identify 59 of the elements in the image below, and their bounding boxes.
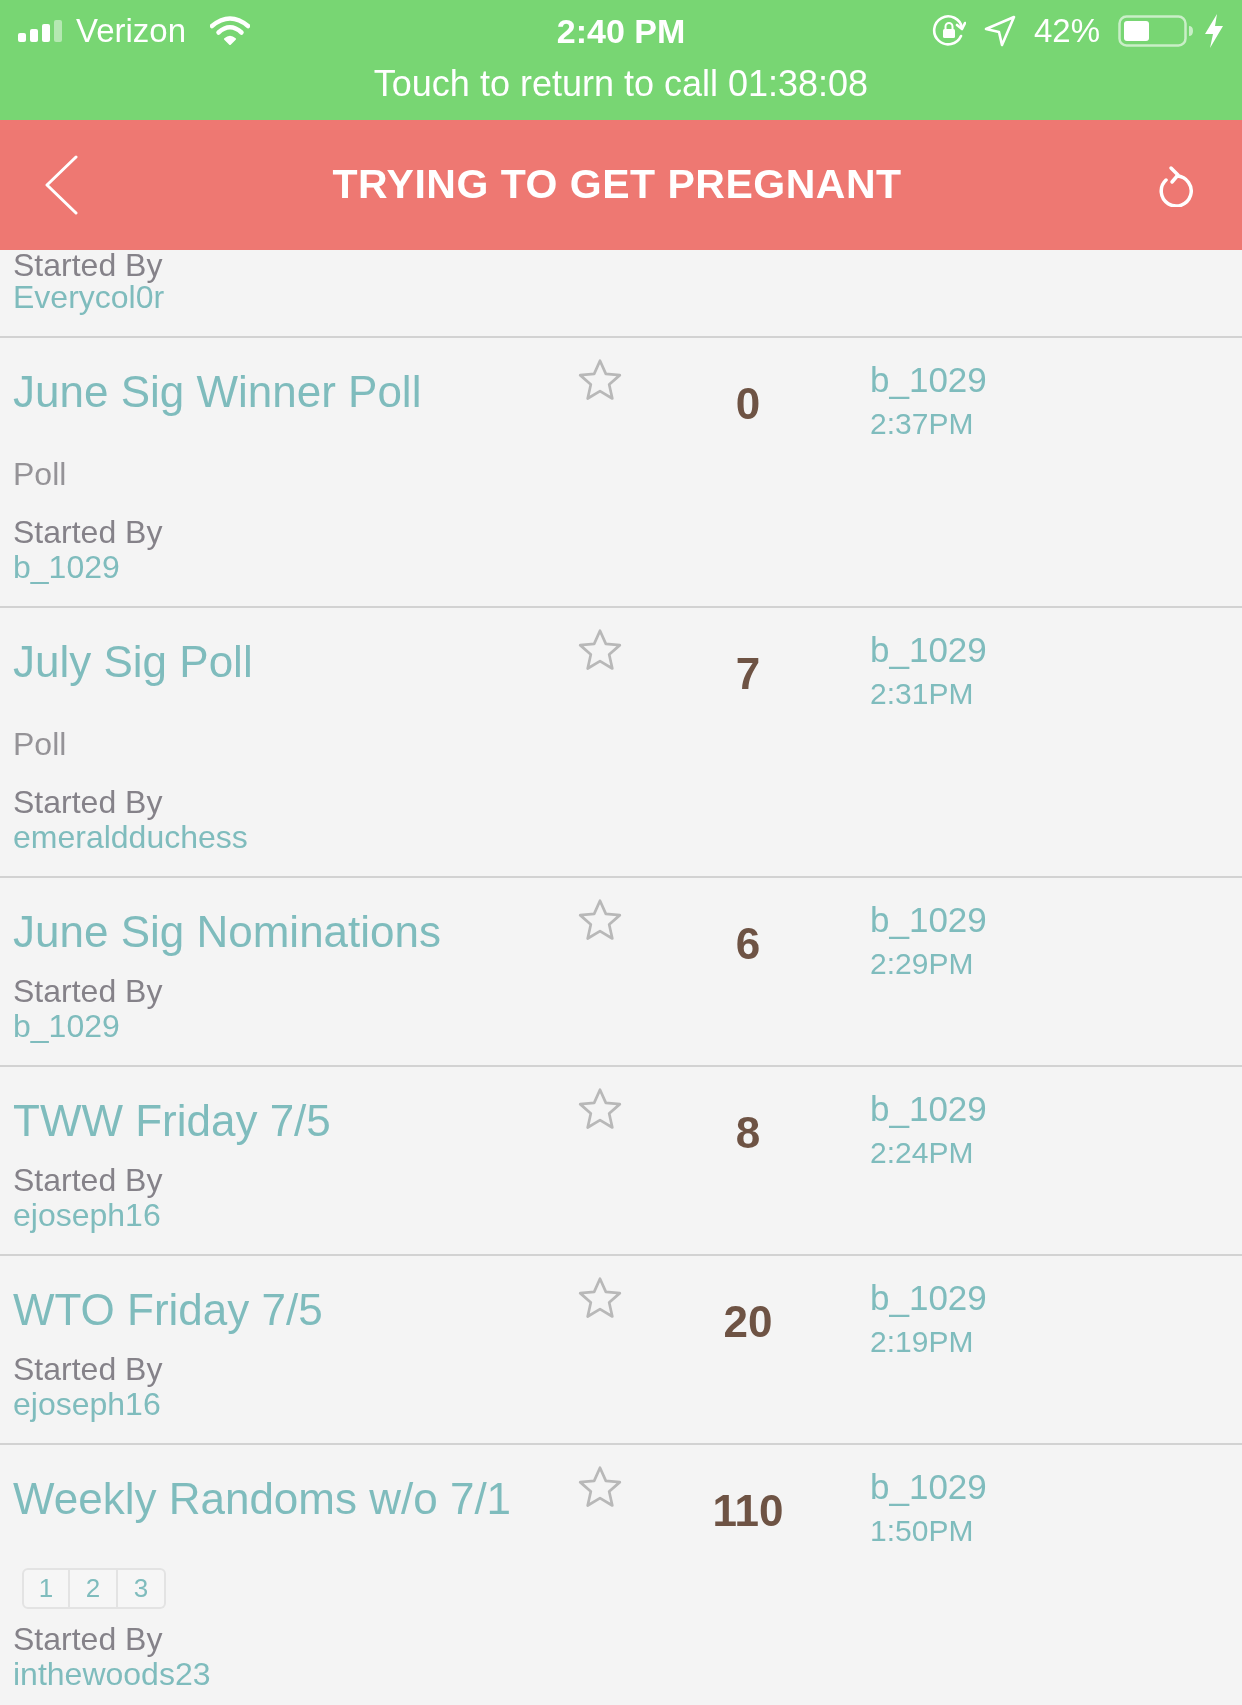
battery-icon	[1118, 15, 1194, 47]
started-by-label: Started By	[13, 973, 163, 1009]
star-icon[interactable]	[577, 1276, 623, 1319]
clock-time: 2:40 PM	[556, 10, 686, 52]
star-icon[interactable]	[577, 628, 623, 671]
carrier-name: Verizon	[76, 11, 187, 52]
topic-title-link[interactable]: July Sig Poll	[13, 634, 565, 690]
reply-count: 6	[735, 919, 761, 969]
last-post-time: 1:50PM	[870, 1513, 974, 1549]
last-poster-link[interactable]: b_1029	[870, 1089, 987, 1129]
topic-title-link[interactable]: Weekly Randoms w/o 7/1	[13, 1471, 565, 1527]
started-by-label: Started By	[13, 1162, 163, 1198]
star-icon[interactable]	[577, 898, 623, 941]
last-poster-link[interactable]: b_1029	[870, 630, 987, 670]
started-by-label: Started By	[13, 784, 163, 820]
author-link[interactable]: b_1029	[13, 550, 120, 584]
author-link[interactable]: emeraldduchess	[13, 820, 248, 854]
last-post-time: 2:24PM	[870, 1135, 974, 1171]
started-by-label: Started By	[13, 1351, 163, 1387]
topic-type-label: Poll	[13, 725, 67, 763]
author-link[interactable]: b_1029	[13, 1009, 120, 1043]
star-icon[interactable]	[577, 358, 623, 401]
topic-title-link[interactable]: June Sig Winner Poll	[13, 364, 565, 420]
topic-title-link[interactable]: TWW Friday 7/5	[13, 1093, 565, 1149]
last-post-time: 2:19PM	[870, 1324, 974, 1360]
reply-count: 7	[735, 649, 761, 699]
topic-type-label: Poll	[13, 455, 67, 493]
last-poster-link[interactable]: b_1029	[870, 1467, 987, 1507]
last-poster-link[interactable]: b_1029	[870, 900, 987, 940]
started-by-label: Started By	[13, 1621, 163, 1657]
charging-bolt-icon	[1204, 14, 1224, 48]
last-poster-link[interactable]: b_1029	[870, 1278, 987, 1318]
last-post-time: 2:31PM	[870, 676, 974, 712]
page-link[interactable]: 3	[118, 1568, 166, 1609]
page-link[interactable]: 2	[70, 1568, 118, 1609]
topic-title-link[interactable]: WTO Friday 7/5	[13, 1282, 565, 1338]
last-post-time: 2:37PM	[870, 406, 974, 442]
reply-count: 0	[735, 379, 761, 429]
wifi-icon	[210, 16, 251, 46]
started-by-label: Started By	[13, 514, 163, 550]
rotation-lock-icon	[931, 14, 966, 48]
star-icon[interactable]	[577, 1465, 623, 1508]
reply-count: 110	[712, 1486, 784, 1536]
page-link[interactable]: 1	[22, 1568, 70, 1609]
author-link[interactable]: inthewoods23	[13, 1657, 211, 1691]
star-icon[interactable]	[577, 1087, 623, 1130]
signal-bars-icon	[18, 20, 64, 42]
author-link[interactable]: ejoseph16	[13, 1387, 161, 1421]
page-title: TRYING TO GET PREGNANT	[331, 160, 903, 210]
reply-count: 8	[735, 1108, 761, 1158]
return-to-call-button[interactable]: Touch to return to call 01:38:08	[0, 62, 1242, 120]
author-link[interactable]: ejoseph16	[13, 1198, 161, 1232]
last-poster-link[interactable]: b_1029	[870, 360, 987, 400]
reply-count: 20	[723, 1297, 773, 1347]
topic-title-link[interactable]: June Sig Nominations	[13, 904, 565, 960]
battery-percent: 42%	[1033, 11, 1100, 52]
location-arrow-icon	[983, 15, 1016, 47]
back-icon[interactable]	[44, 155, 78, 215]
last-post-time: 2:29PM	[870, 946, 974, 982]
